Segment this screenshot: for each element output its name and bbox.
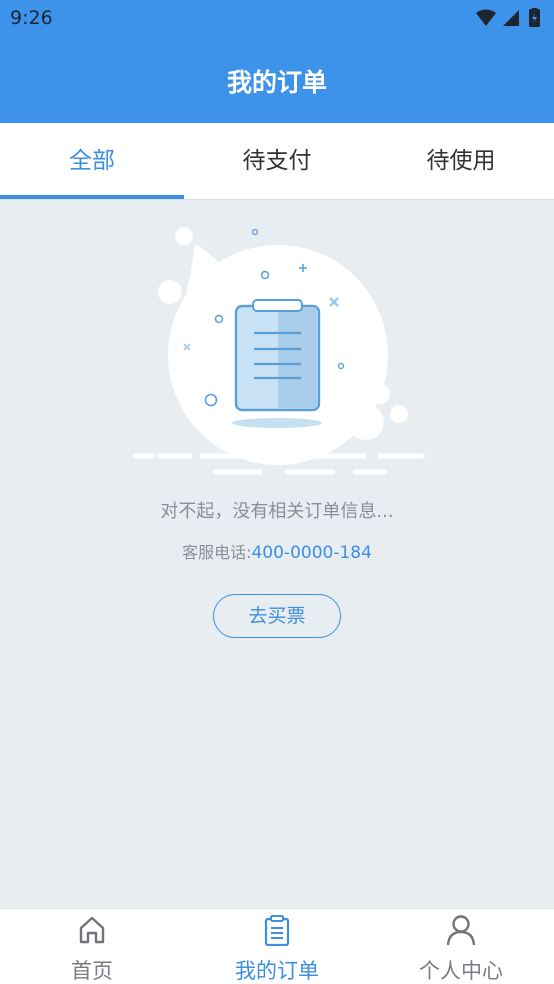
tab-all[interactable]: 全部 [0, 123, 184, 199]
page-title: 我的订单 [226, 68, 327, 97]
nav-label-profile: 个人中心 [419, 959, 503, 983]
empty-orders-illustration [132, 227, 425, 475]
signal-icon [503, 10, 519, 26]
bottom-nav: 首页 我的订单 个人中心 [0, 908, 554, 984]
nav-label-home: 首页 [71, 959, 113, 983]
tab-active-indicator [0, 195, 184, 199]
app-bar: 我的订单 [0, 37, 554, 123]
nav-item-home[interactable]: 首页 [0, 909, 184, 984]
customer-service-hotline: 客服电话:400-0000-184 [0, 539, 554, 563]
hotline-number[interactable]: 400-0000-184 [251, 543, 371, 563]
empty-message: 对不起，没有相关订单信息... [160, 501, 394, 522]
order-tabs: 全部 待支付 待使用 [0, 123, 554, 200]
person-icon [446, 915, 476, 946]
home-icon [79, 916, 105, 944]
empty-order-content: 对不起，没有相关订单信息... 客服电话:400-0000-184 去买票 [0, 200, 554, 908]
nav-item-orders[interactable]: 我的订单 [185, 909, 369, 984]
tab-pending-payment[interactable]: 待支付 [185, 123, 369, 199]
wifi-icon [476, 9, 496, 26]
hotline-label: 客服电话: [182, 543, 252, 562]
nav-label-orders: 我的订单 [235, 959, 319, 983]
buy-ticket-button[interactable]: 去买票 [213, 594, 341, 638]
order-list-icon [264, 915, 290, 946]
status-time: 9:26 [10, 7, 53, 29]
nav-item-profile[interactable]: 个人中心 [369, 909, 553, 984]
status-bar: 9:26 [0, 0, 554, 37]
tab-to-use[interactable]: 待使用 [369, 123, 553, 199]
status-icons [476, 8, 540, 27]
